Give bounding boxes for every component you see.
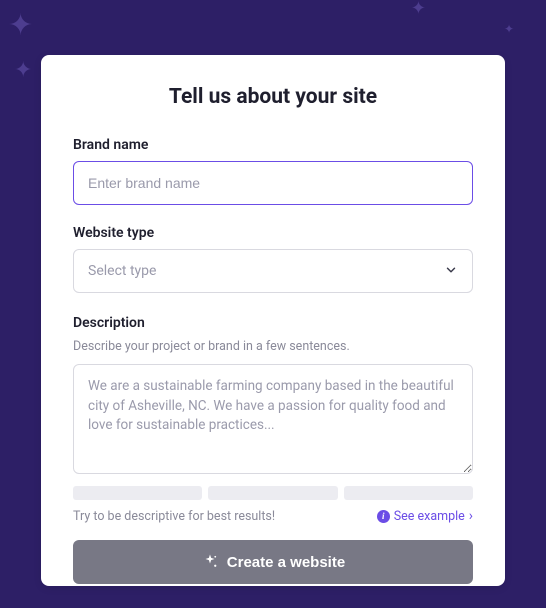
see-example-link[interactable]: i See example › bbox=[377, 508, 473, 524]
sparkle-decoration: ✦ bbox=[14, 58, 32, 83]
tip-text: Try to be descriptive for best results! bbox=[73, 509, 275, 524]
page-title: Tell us about your site bbox=[73, 85, 473, 109]
website-type-label: Website type bbox=[73, 225, 473, 241]
suggestion-chip[interactable] bbox=[208, 486, 337, 500]
create-website-button[interactable]: Create a website bbox=[73, 540, 473, 584]
create-button-label: Create a website bbox=[227, 554, 345, 571]
description-help-text: Describe your project or brand in a few … bbox=[73, 339, 473, 354]
website-type-select[interactable]: Select type bbox=[73, 249, 473, 293]
suggestions-row bbox=[73, 486, 473, 500]
suggestion-chip[interactable] bbox=[344, 486, 473, 500]
description-label: Description bbox=[73, 315, 473, 331]
tips-row: Try to be descriptive for best results! … bbox=[73, 508, 473, 524]
sparkle-decoration: ✦ bbox=[8, 8, 33, 43]
see-example-label: See example bbox=[394, 509, 465, 524]
sparkle-decoration: ✦ bbox=[411, 0, 426, 19]
info-icon: i bbox=[377, 510, 390, 523]
brand-name-input[interactable] bbox=[73, 161, 473, 205]
sparkle-decoration: ✦ bbox=[504, 22, 514, 36]
site-info-card: Tell us about your site Brand name Websi… bbox=[41, 55, 505, 586]
brand-name-label: Brand name bbox=[73, 137, 473, 153]
suggestion-chip[interactable] bbox=[73, 486, 202, 500]
chevron-down-icon bbox=[444, 262, 458, 281]
chevron-right-icon: › bbox=[469, 508, 473, 524]
sparkle-icon bbox=[201, 553, 219, 571]
description-textarea[interactable] bbox=[73, 364, 473, 474]
website-type-placeholder: Select type bbox=[88, 263, 156, 279]
